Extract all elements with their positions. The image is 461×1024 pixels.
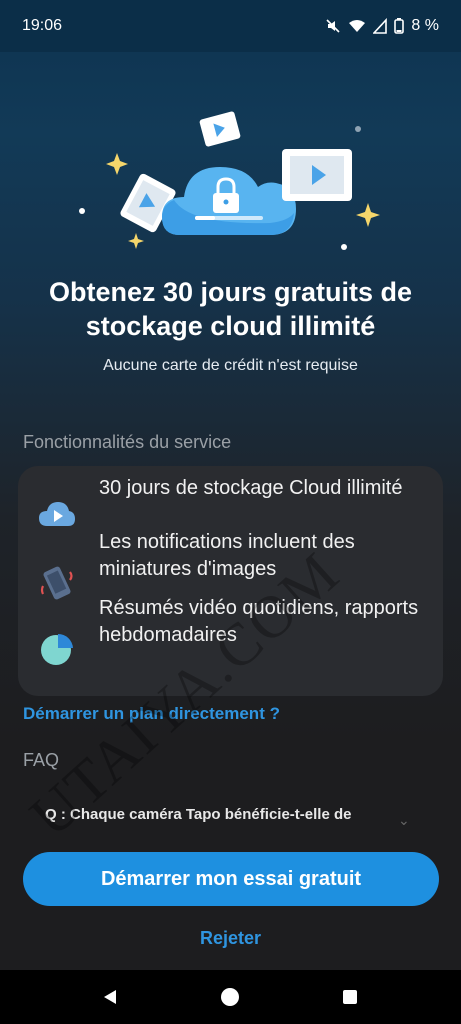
- faq-question[interactable]: Q : Chaque caméra Tapo bénéficie-t-elle …: [45, 806, 351, 823]
- status-icons: 8 %: [325, 17, 439, 35]
- cloud-storage-illustration: [79, 111, 380, 250]
- features-section-title: Fonctionnalités du service: [23, 432, 232, 452]
- start-plan-directly-link[interactable]: Démarrer un plan directement ?: [23, 704, 280, 724]
- phone-notification-icon: [38, 564, 76, 602]
- navigation-bar: [0, 970, 461, 1024]
- reject-button[interactable]: Rejeter: [0, 928, 461, 949]
- back-icon[interactable]: [80, 970, 140, 1024]
- recents-icon[interactable]: [320, 970, 380, 1024]
- status-time: 19:06: [22, 17, 63, 34]
- sparkle-icon: [128, 233, 144, 249]
- features-card: 30 jours de stockage Cloud illimité Les …: [18, 466, 443, 696]
- wifi-icon: [349, 20, 366, 32]
- chevron-down-icon[interactable]: ⌄: [398, 812, 410, 829]
- signal-icon: [373, 18, 388, 34]
- start-free-trial-button[interactable]: Démarrer mon essai gratuit: [23, 852, 439, 906]
- home-icon[interactable]: [200, 970, 260, 1024]
- sparkle-icon: [106, 153, 128, 175]
- feature-label: 30 jours de stockage Cloud illimité: [99, 476, 403, 499]
- feature-label: Résumés vidéo quotidiens, rapports hebdo…: [99, 597, 419, 646]
- cloud-video-icon: [38, 496, 76, 534]
- promo-headline: Obtenez 30 jours gratuits de stockage cl…: [48, 277, 413, 341]
- status-bar: 19:06 8 %: [0, 0, 461, 52]
- mute-icon: [326, 19, 340, 33]
- battery-icon: [394, 18, 405, 34]
- pie-chart-icon: [38, 630, 76, 668]
- faq-title: FAQ: [23, 750, 60, 770]
- sparkle-icon: [356, 203, 380, 227]
- battery-percent: 8 %: [411, 17, 439, 34]
- feature-label: Les notifications incluent des miniature…: [99, 531, 355, 580]
- promo-subline: Aucune carte de crédit n'est requise: [103, 357, 358, 374]
